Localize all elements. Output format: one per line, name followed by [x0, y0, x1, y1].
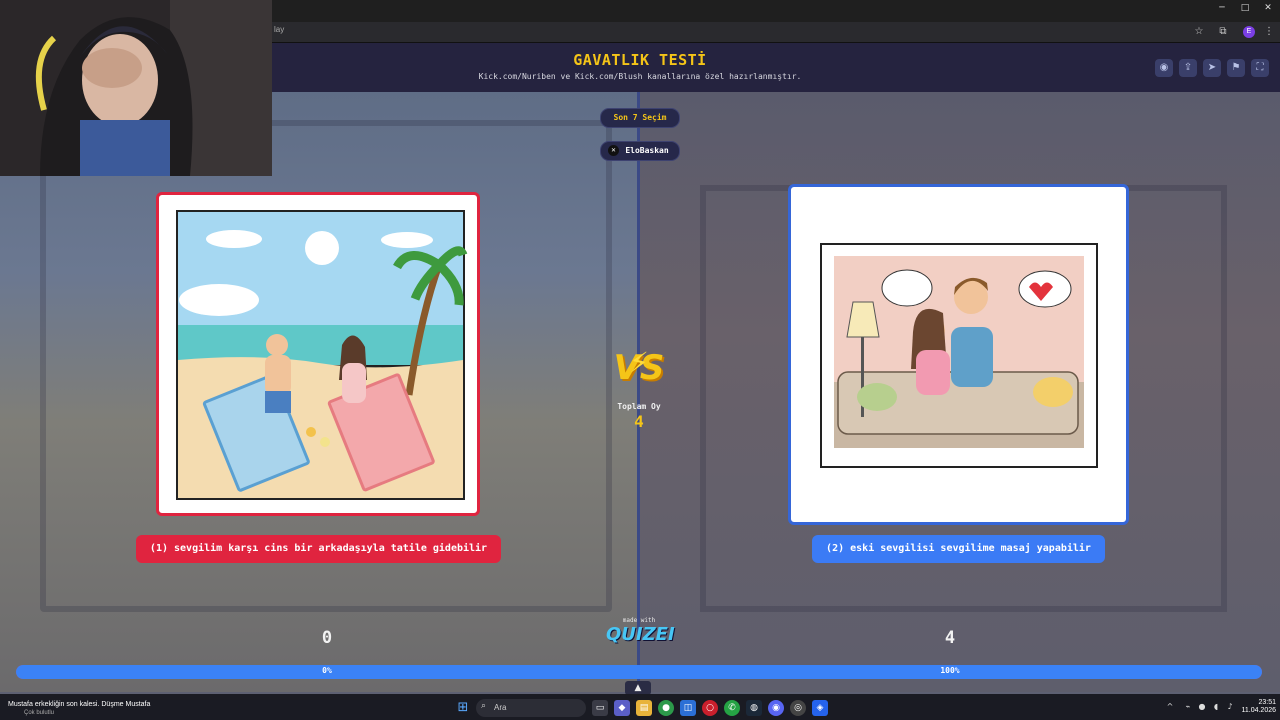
option-card-right[interactable] [788, 184, 1129, 525]
vote-progress-fill-right [16, 665, 1262, 679]
fullscreen-icon[interactable]: ⛶ [1251, 59, 1269, 77]
taskbar-search-placeholder[interactable]: Ara [494, 703, 506, 712]
close-window-button[interactable]: ✕ [1256, 3, 1280, 17]
address-bar[interactable] [272, 22, 1280, 43]
share-icon[interactable]: ⇪ [1179, 59, 1197, 77]
windows-start-icon[interactable]: ⊞ [455, 700, 471, 716]
chevron-up-icon[interactable]: ▲ [625, 681, 651, 695]
user-badge-label: EloBaskan [625, 146, 669, 155]
whatsapp-icon[interactable]: ✆ [724, 700, 740, 716]
center-divider [637, 92, 640, 692]
taskbar-clock[interactable]: 23:51 11.04.2026 [1236, 699, 1276, 715]
browser-menu-icon[interactable]: ⋮ [1262, 25, 1276, 39]
webcam-overlay [0, 0, 272, 176]
lightning-bolt-icon: ⚡ [629, 346, 649, 379]
app-icon[interactable]: ◈ [812, 700, 828, 716]
profile-avatar[interactable]: E [1243, 26, 1255, 38]
tray-chevron-icon[interactable]: ^ [1164, 702, 1176, 711]
vote-progress-bar [16, 665, 1262, 679]
streamer-camera-feed [0, 0, 272, 176]
option-label-left[interactable]: (1) sevgilim karşı cins bir arkadaşıyla … [136, 535, 501, 563]
search-icon: ⌕ [481, 701, 487, 711]
weather-widget-status: Çok bulutlu [24, 710, 55, 716]
send-icon[interactable]: ➤ [1203, 59, 1221, 77]
vote-count-left: 0 [321, 628, 333, 648]
mouse-cursor-icon: ☝ [804, 433, 811, 444]
volume-icon[interactable]: ◖ [1210, 702, 1222, 711]
chrome-icon[interactable]: ● [658, 700, 674, 716]
network-icon[interactable]: ⌁ [1182, 702, 1194, 711]
option-label-right[interactable]: (2) eski sevgilisi sevgilime masaj yapab… [812, 535, 1105, 563]
file-explorer-icon[interactable]: ▤ [636, 700, 652, 716]
flag-icon[interactable]: ⚑ [1227, 59, 1245, 77]
extensions-icon[interactable]: ⧉ [1216, 25, 1230, 39]
quizei-logo[interactable]: QUIZEI [606, 624, 675, 645]
clock-time: 23:51 [1258, 699, 1276, 706]
taskbar-search-box[interactable] [476, 699, 586, 717]
percent-left: 0% [322, 666, 332, 675]
url-text[interactable]: lay [274, 25, 284, 34]
kick-logo-icon: ✕ [608, 145, 619, 156]
maximize-button[interactable]: □ [1233, 3, 1257, 17]
total-votes-label: Toplam Oy [617, 402, 661, 411]
task-view-icon[interactable]: ▭ [592, 700, 608, 716]
weather-widget-title[interactable]: Mustafa erkekliğin son kalesi. Düşme Mus… [8, 701, 150, 708]
minimize-button[interactable]: ─ [1210, 3, 1234, 17]
couple-illustration [820, 243, 1098, 468]
made-with-text: made with [622, 617, 656, 624]
store-icon[interactable]: ◫ [680, 700, 696, 716]
beach-illustration [176, 210, 468, 500]
opera-icon[interactable]: ○ [702, 700, 718, 716]
teams-icon[interactable]: ◆ [614, 700, 630, 716]
microphone-icon[interactable]: ● [1196, 702, 1208, 711]
total-votes-value: 4 [634, 412, 644, 431]
vote-count-right: 4 [944, 628, 956, 648]
discord-icon[interactable]: ◉ [768, 700, 784, 716]
obs-icon[interactable]: ◎ [790, 700, 806, 716]
speaker-icon[interactable]: ♪ [1224, 702, 1236, 711]
percent-right: 100% [940, 666, 960, 675]
eye-icon[interactable]: ◉ [1155, 59, 1173, 77]
steam-icon[interactable]: ◍ [746, 700, 762, 716]
clock-date: 11.04.2026 [1241, 707, 1276, 714]
option-card-left[interactable] [156, 192, 480, 516]
last-selections-button[interactable]: Son 7 Seçim [600, 108, 680, 128]
bookmark-star-icon[interactable]: ☆ [1192, 25, 1206, 39]
